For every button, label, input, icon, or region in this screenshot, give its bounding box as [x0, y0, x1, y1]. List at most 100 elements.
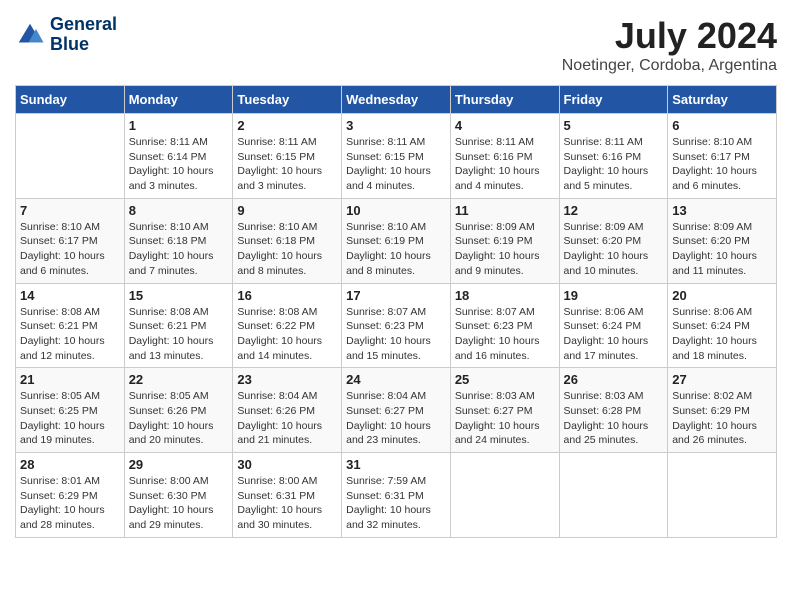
day-info: Sunrise: 8:11 AMSunset: 6:16 PMDaylight:… [455, 135, 555, 194]
col-tuesday: Tuesday [233, 86, 342, 114]
table-row: 6Sunrise: 8:10 AMSunset: 6:17 PMDaylight… [668, 114, 777, 199]
day-number: 21 [20, 372, 120, 387]
day-number: 15 [129, 288, 229, 303]
day-number: 18 [455, 288, 555, 303]
day-number: 16 [237, 288, 337, 303]
calendar-week-row: 1 Sunrise: 8:11 AMSunset: 6:14 PMDaylight… [16, 114, 777, 199]
table-row: 18Sunrise: 8:07 AMSunset: 6:23 PMDayligh… [450, 283, 559, 368]
day-number: 23 [237, 372, 337, 387]
table-row: 11 Sunrise: 8:09 AMSunset: 6:19 PMDayligh… [450, 198, 559, 283]
table-row: 31 Sunrise: 7:59 AMSunset: 6:31 PMDayligh… [342, 453, 451, 538]
table-row: 8 Sunrise: 8:10 AMSunset: 6:18 PMDaylight… [124, 198, 233, 283]
table-row: 28 Sunrise: 8:01 AMSunset: 6:29 PMDayligh… [16, 453, 125, 538]
location: Noetinger, Cordoba, Argentina [562, 57, 777, 75]
logo: General Blue [15, 15, 117, 55]
day-info: Sunrise: 8:07 AMSunset: 6:23 PMDaylight:… [346, 305, 446, 364]
day-number: 14 [20, 288, 120, 303]
logo-text: General Blue [50, 15, 117, 55]
day-info: Sunrise: 8:11 AMSunset: 6:14 PMDaylight:… [129, 135, 229, 194]
col-saturday: Saturday [668, 86, 777, 114]
table-row: 30 Sunrise: 8:00 AMSunset: 6:31 PMDayligh… [233, 453, 342, 538]
table-row: 25Sunrise: 8:03 AMSunset: 6:27 PMDayligh… [450, 368, 559, 453]
day-number: 31 [346, 457, 446, 472]
day-info: Sunrise: 8:09 AMSunset: 6:19 PMDaylight:… [455, 220, 555, 279]
table-row: 16Sunrise: 8:08 AMSunset: 6:22 PMDayligh… [233, 283, 342, 368]
col-thursday: Thursday [450, 86, 559, 114]
day-info: Sunrise: 8:03 AMSunset: 6:28 PMDaylight:… [564, 389, 664, 448]
day-info: Sunrise: 8:05 AMSunset: 6:25 PMDaylight:… [20, 389, 120, 448]
day-info: Sunrise: 8:10 AMSunset: 6:18 PMDaylight:… [129, 220, 229, 279]
day-number: 29 [129, 457, 229, 472]
day-number: 1 [129, 118, 229, 133]
day-number: 17 [346, 288, 446, 303]
day-info: Sunrise: 8:10 AMSunset: 6:17 PMDaylight:… [20, 220, 120, 279]
table-row [559, 453, 668, 538]
day-info: Sunrise: 8:00 AMSunset: 6:30 PMDaylight:… [129, 474, 229, 533]
table-row: 23 Sunrise: 8:04 AMSunset: 6:26 PMDayligh… [233, 368, 342, 453]
day-number: 8 [129, 203, 229, 218]
day-number: 19 [564, 288, 664, 303]
table-row: 26 Sunrise: 8:03 AMSunset: 6:28 PMDayligh… [559, 368, 668, 453]
table-row: 24 Sunrise: 8:04 AMSunset: 6:27 PMDayligh… [342, 368, 451, 453]
day-info: Sunrise: 8:09 AMSunset: 6:20 PMDaylight:… [672, 220, 772, 279]
calendar-week-row: 21 Sunrise: 8:05 AMSunset: 6:25 PMDayligh… [16, 368, 777, 453]
day-number: 5 [564, 118, 664, 133]
day-number: 4 [455, 118, 555, 133]
day-number: 10 [346, 203, 446, 218]
day-number: 20 [672, 288, 772, 303]
day-info: Sunrise: 8:04 AMSunset: 6:27 PMDaylight:… [346, 389, 446, 448]
table-row: 14 Sunrise: 8:08 AMSunset: 6:21 PMDayligh… [16, 283, 125, 368]
table-row: 10Sunrise: 8:10 AMSunset: 6:19 PMDayligh… [342, 198, 451, 283]
day-number: 22 [129, 372, 229, 387]
table-row: 29 Sunrise: 8:00 AMSunset: 6:30 PMDayligh… [124, 453, 233, 538]
day-info: Sunrise: 8:10 AMSunset: 6:18 PMDaylight:… [237, 220, 337, 279]
table-row: 19 Sunrise: 8:06 AMSunset: 6:24 PMDayligh… [559, 283, 668, 368]
day-number: 3 [346, 118, 446, 133]
table-row: 1 Sunrise: 8:11 AMSunset: 6:14 PMDaylight… [124, 114, 233, 199]
day-info: Sunrise: 8:11 AMSunset: 6:15 PMDaylight:… [346, 135, 446, 194]
day-info: Sunrise: 8:09 AMSunset: 6:20 PMDaylight:… [564, 220, 664, 279]
logo-icon [15, 20, 45, 50]
day-info: Sunrise: 8:08 AMSunset: 6:21 PMDaylight:… [20, 305, 120, 364]
title-block: July 2024 Noetinger, Cordoba, Argentina [562, 15, 777, 75]
table-row: 13 Sunrise: 8:09 AMSunset: 6:20 PMDayligh… [668, 198, 777, 283]
table-row [450, 453, 559, 538]
page-header: General Blue July 2024 Noetinger, Cordob… [15, 15, 777, 75]
table-row: 21 Sunrise: 8:05 AMSunset: 6:25 PMDayligh… [16, 368, 125, 453]
day-info: Sunrise: 8:11 AMSunset: 6:16 PMDaylight:… [564, 135, 664, 194]
day-info: Sunrise: 8:11 AMSunset: 6:15 PMDaylight:… [237, 135, 337, 194]
col-friday: Friday [559, 86, 668, 114]
day-info: Sunrise: 8:06 AMSunset: 6:24 PMDaylight:… [564, 305, 664, 364]
day-number: 7 [20, 203, 120, 218]
table-row: 5 Sunrise: 8:11 AMSunset: 6:16 PMDaylight… [559, 114, 668, 199]
day-info: Sunrise: 8:00 AMSunset: 6:31 PMDaylight:… [237, 474, 337, 533]
table-row: 4 Sunrise: 8:11 AMSunset: 6:16 PMDaylight… [450, 114, 559, 199]
table-row: 20 Sunrise: 8:06 AMSunset: 6:24 PMDayligh… [668, 283, 777, 368]
calendar-table: Sunday Monday Tuesday Wednesday Thursday… [15, 85, 777, 538]
day-number: 11 [455, 203, 555, 218]
day-number: 27 [672, 372, 772, 387]
table-row [16, 114, 125, 199]
day-info: Sunrise: 8:04 AMSunset: 6:26 PMDaylight:… [237, 389, 337, 448]
table-row: 15Sunrise: 8:08 AMSunset: 6:21 PMDayligh… [124, 283, 233, 368]
table-row: 22Sunrise: 8:05 AMSunset: 6:26 PMDayligh… [124, 368, 233, 453]
table-row: 2Sunrise: 8:11 AMSunset: 6:15 PMDaylight… [233, 114, 342, 199]
table-row: 17 Sunrise: 8:07 AMSunset: 6:23 PMDayligh… [342, 283, 451, 368]
day-number: 9 [237, 203, 337, 218]
day-info: Sunrise: 7:59 AMSunset: 6:31 PMDaylight:… [346, 474, 446, 533]
calendar-header-row: Sunday Monday Tuesday Wednesday Thursday… [16, 86, 777, 114]
table-row: 12Sunrise: 8:09 AMSunset: 6:20 PMDayligh… [559, 198, 668, 283]
col-sunday: Sunday [16, 86, 125, 114]
day-number: 24 [346, 372, 446, 387]
day-number: 26 [564, 372, 664, 387]
day-info: Sunrise: 8:06 AMSunset: 6:24 PMDaylight:… [672, 305, 772, 364]
day-number: 13 [672, 203, 772, 218]
table-row: 27Sunrise: 8:02 AMSunset: 6:29 PMDayligh… [668, 368, 777, 453]
month-year: July 2024 [562, 15, 777, 57]
table-row: 7 Sunrise: 8:10 AMSunset: 6:17 PMDaylight… [16, 198, 125, 283]
day-info: Sunrise: 8:03 AMSunset: 6:27 PMDaylight:… [455, 389, 555, 448]
day-number: 30 [237, 457, 337, 472]
calendar-week-row: 28 Sunrise: 8:01 AMSunset: 6:29 PMDayligh… [16, 453, 777, 538]
day-info: Sunrise: 8:01 AMSunset: 6:29 PMDaylight:… [20, 474, 120, 533]
day-number: 28 [20, 457, 120, 472]
